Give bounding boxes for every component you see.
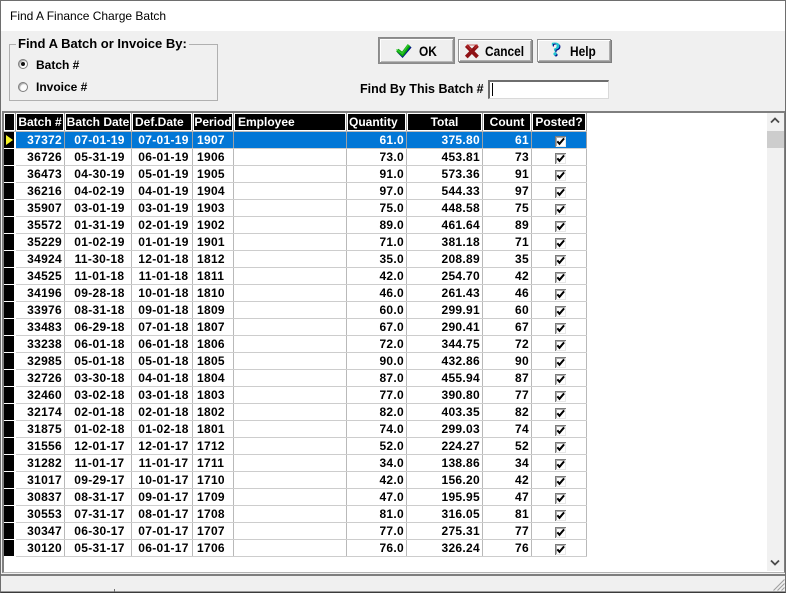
svg-text:?: ?: [550, 41, 560, 60]
